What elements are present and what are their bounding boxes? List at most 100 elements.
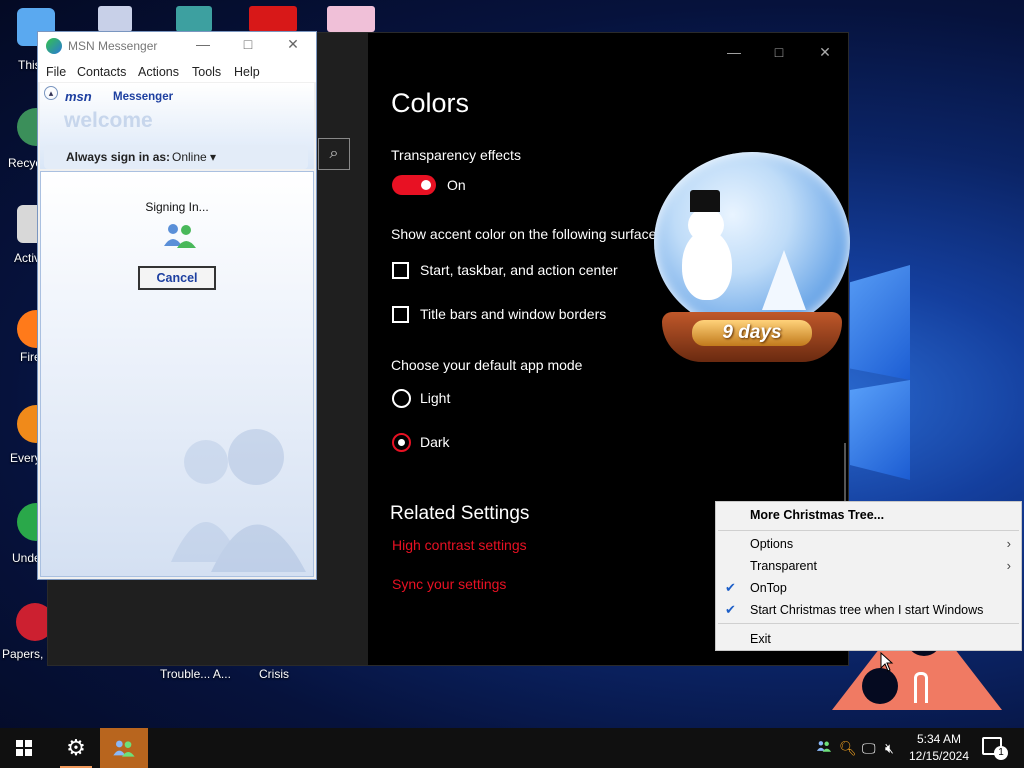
desktop-icon-label[interactable]: Crisis [259, 667, 289, 681]
menu-item-label: Options [750, 537, 794, 551]
msn-buddy-icon [46, 38, 62, 54]
desktop-icon-image[interactable] [249, 6, 297, 32]
network-icon[interactable]: 🖵︎ [862, 740, 876, 757]
msn-buddy-icon [816, 741, 832, 752]
messenger-logo-text: Messenger [113, 91, 174, 103]
toggle-state: On [447, 177, 466, 193]
clock-time: 5:34 AM [916, 732, 962, 746]
maximize-button[interactable]: □ [756, 41, 802, 63]
desktop-icon-label[interactable]: Trouble... A... [160, 667, 231, 681]
maximize-button[interactable]: □ [233, 36, 263, 52]
taskbar-settings-app[interactable]: ⚙ [52, 728, 100, 768]
menu-item-label: OnTop [750, 581, 787, 595]
sync-settings-link[interactable]: Sync your settings [392, 576, 506, 592]
radio-light[interactable] [392, 389, 411, 408]
messenger-watermark-icon [171, 429, 306, 572]
close-button[interactable]: ✕ [278, 36, 308, 53]
msn-header: ▴ msn Messenger welcome Always sign in a… [40, 83, 314, 169]
msn-logo: msn [65, 89, 92, 104]
menu-item-ontop[interactable]: ✔ OnTop [716, 577, 1021, 599]
taskbar: ⚙ 🔍︎ 🖵︎ 🔇︎ 5:34 AM 12/15/2024 1 [0, 728, 1024, 768]
menu-separator [718, 530, 1019, 531]
checkbox-label[interactable]: Start, taskbar, and action center [420, 262, 618, 278]
tray-search-icon[interactable]: 🔍︎ [839, 740, 857, 757]
settings-search-button[interactable]: ⌕ [318, 138, 350, 170]
menu-item-label: Start Christmas tree when I start Window… [750, 603, 984, 617]
menu-item-options[interactable]: Options › [716, 533, 1021, 555]
notification-icon[interactable]: 1 [982, 737, 1008, 760]
buddies-icon [164, 224, 196, 248]
toggle-knob [421, 180, 431, 190]
menu-separator [718, 623, 1019, 624]
checkbox-title-bars[interactable] [392, 306, 409, 323]
checkbox-label[interactable]: Title bars and window borders [420, 306, 606, 322]
snow-globe-widget[interactable]: 9 days [652, 150, 852, 370]
menu-item-label: Exit [750, 632, 771, 646]
chevron-right-icon: › [1006, 536, 1011, 551]
clock-date: 12/15/2024 [908, 749, 970, 763]
menu-help[interactable]: Help [234, 65, 260, 79]
chevron-right-icon: › [1006, 558, 1011, 573]
signing-in-text: Signing In... [145, 200, 209, 214]
notification-count: 1 [994, 746, 1008, 760]
minimize-button[interactable]: — [188, 36, 218, 52]
transparency-label: Transparency effects [391, 147, 521, 163]
radio-label[interactable]: Dark [420, 434, 450, 450]
gear-icon: ⚙ [66, 735, 86, 760]
snowy-tree-icon [762, 250, 806, 310]
days-countdown: 9 days [692, 320, 812, 346]
menu-item-start-with-windows[interactable]: ✔ Start Christmas tree when I start Wind… [716, 599, 1021, 621]
search-icon: ⌕ [329, 145, 339, 162]
menu-item-label: More Christmas Tree... [750, 508, 885, 522]
window-title: MSN Messenger [68, 39, 158, 53]
menu-tools[interactable]: Tools [192, 65, 221, 79]
menu-item-transparent[interactable]: Transparent › [716, 555, 1021, 577]
desktop-icon-image[interactable] [327, 6, 375, 32]
radio-label[interactable]: Light [420, 390, 450, 406]
minimize-button[interactable]: — [711, 41, 757, 63]
checkmark-icon: ✔ [725, 602, 736, 617]
transparency-toggle[interactable] [392, 175, 436, 195]
collapse-icon[interactable]: ▴ [44, 86, 58, 100]
christmas-tree-context-menu: More Christmas Tree... Options › Transpa… [715, 501, 1022, 651]
menu-file[interactable]: File [46, 65, 66, 79]
volume-muted-icon[interactable]: 🔇︎ [885, 740, 894, 757]
menu-item-exit[interactable]: Exit [716, 628, 1021, 650]
desktop-icon-image[interactable] [176, 6, 212, 32]
menu-contacts[interactable]: Contacts [77, 65, 126, 79]
msn-titlebar[interactable]: MSN Messenger — □ ✕ [38, 32, 316, 60]
snowman-head [688, 208, 724, 242]
accent-surfaces-label: Show accent color on the following surfa… [391, 226, 657, 242]
taskbar-msn-messenger[interactable] [100, 728, 148, 768]
app-mode-label: Choose your default app mode [391, 357, 583, 373]
signin-label: Always sign in as: [66, 150, 171, 164]
welcome-text: welcome [64, 109, 153, 132]
checkmark-icon: ✔ [725, 580, 736, 595]
msn-buddy-icon [113, 740, 135, 757]
checkbox-start-taskbar[interactable] [392, 262, 409, 279]
mouse-cursor-icon [880, 652, 894, 672]
ornament-icon [862, 668, 898, 704]
status-dropdown[interactable]: Online ▾ [172, 150, 216, 164]
related-settings-heading: Related Settings [390, 503, 530, 524]
msn-menubar: File Contacts Actions Tools Help [38, 60, 316, 82]
msn-body: Signing In... Cancel [40, 171, 314, 577]
high-contrast-link[interactable]: High contrast settings [392, 537, 527, 553]
menu-item-more-trees[interactable]: More Christmas Tree... [716, 504, 1021, 526]
windows-logo-icon [16, 740, 32, 756]
radio-dark[interactable] [392, 433, 411, 452]
menu-actions[interactable]: Actions [138, 65, 179, 79]
cancel-button[interactable]: Cancel [138, 266, 216, 290]
desktop-icon-image[interactable] [98, 6, 132, 32]
tray-msn-icon[interactable] [816, 739, 832, 756]
candy-cane-icon [914, 672, 928, 703]
wallpaper-beam [850, 380, 910, 480]
start-button[interactable] [0, 728, 48, 768]
globe-sphere [654, 152, 850, 332]
menu-item-label: Transparent [750, 559, 817, 573]
system-clock[interactable]: 5:34 AM 12/15/2024 [902, 731, 976, 765]
msn-messenger-window: MSN Messenger — □ ✕ File Contacts Action… [37, 31, 317, 580]
close-button[interactable]: ✕ [802, 41, 848, 63]
page-title: Colors [391, 88, 470, 118]
hat-icon [690, 190, 720, 212]
